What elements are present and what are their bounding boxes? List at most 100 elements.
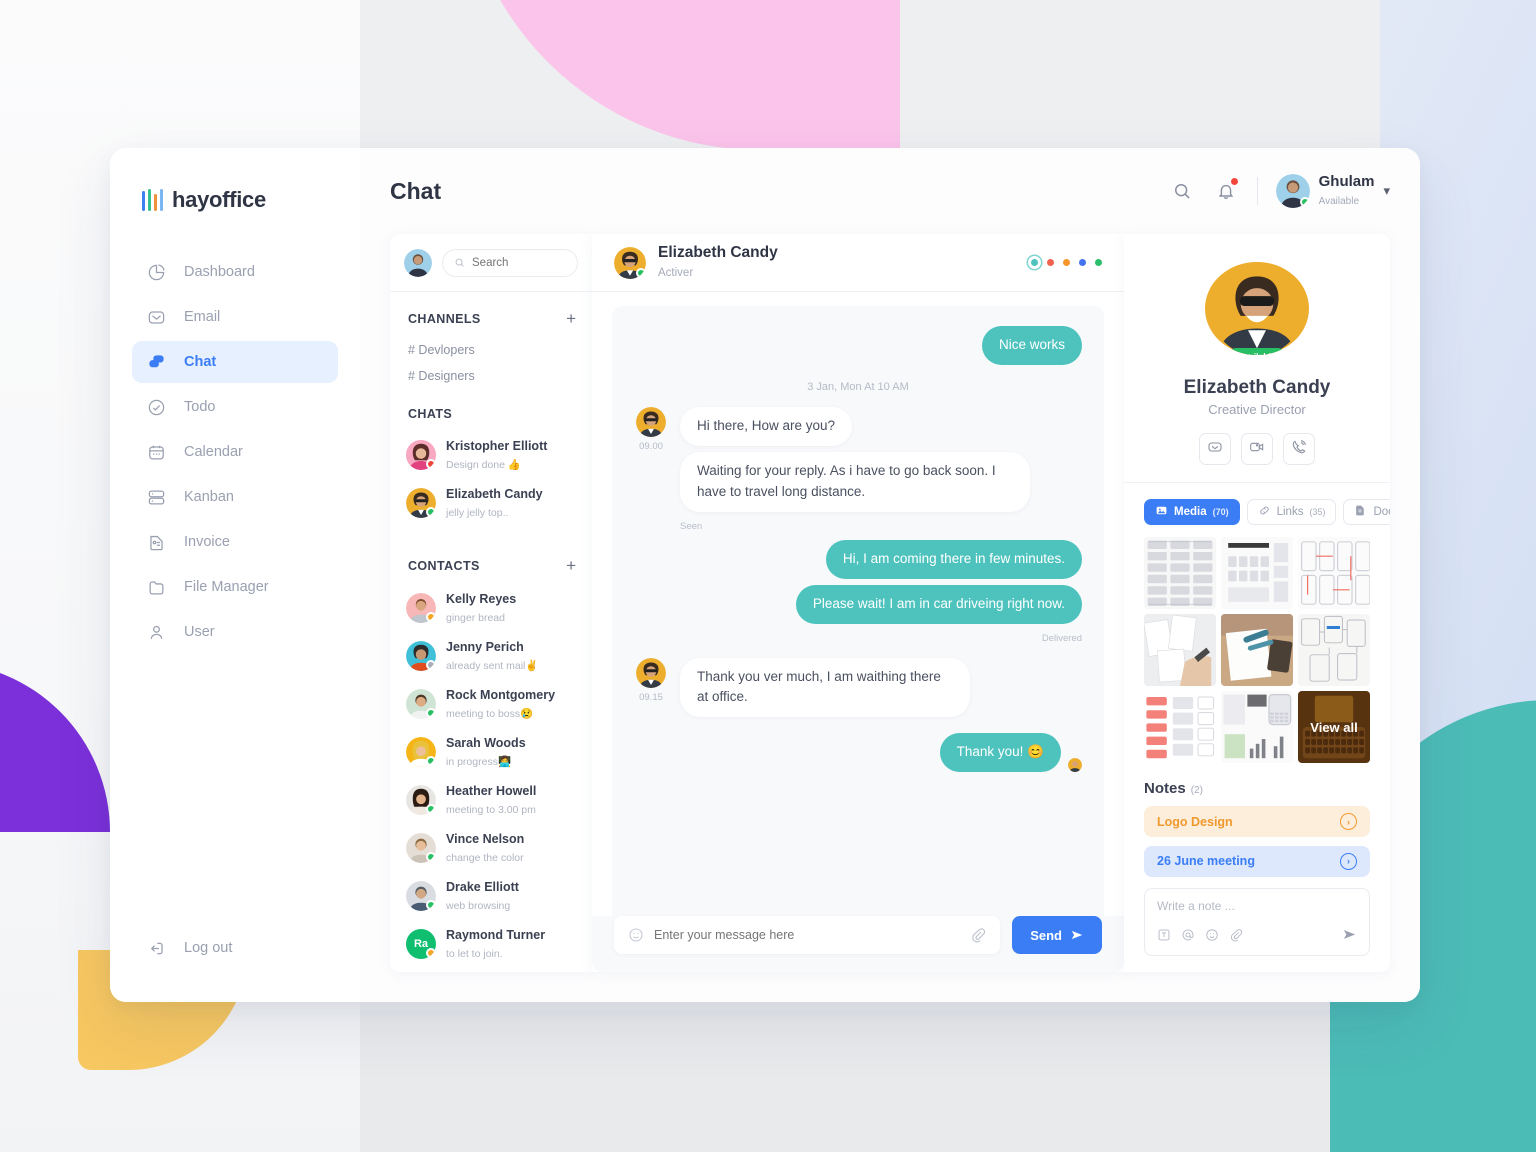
logout-icon <box>146 938 166 958</box>
sidebar-item-file-manager[interactable]: File Manager <box>132 566 338 608</box>
mention-icon[interactable] <box>1181 928 1195 947</box>
contact-item[interactable]: Kelly Reyes ginger bread <box>390 584 592 632</box>
search-input-wrapper[interactable] <box>442 248 578 277</box>
media-thumbnail[interactable] <box>1298 614 1370 687</box>
add-channel-button[interactable]: + <box>566 310 576 327</box>
media-thumbnail[interactable] <box>1221 691 1293 764</box>
tab-media[interactable]: Media (70) <box>1144 499 1240 526</box>
sidebar-item-user[interactable]: User <box>132 611 338 653</box>
contact-item[interactable]: Jenny Perich already sent mail✌️ <box>390 632 592 680</box>
contacts-title: CONTACTS <box>408 558 480 573</box>
media-thumbnail[interactable] <box>1144 691 1216 764</box>
color-dot[interactable] <box>1031 259 1038 266</box>
avatar <box>406 488 436 518</box>
message-action[interactable] <box>1199 433 1231 466</box>
contact-item[interactable]: Ra Raymond Turner to let to join. <box>390 920 592 968</box>
message-input[interactable] <box>654 928 961 942</box>
tab-links[interactable]: Links (35) <box>1246 499 1337 526</box>
contact-name: Rock Montgomery <box>446 688 556 702</box>
sidebar-item-label: File Manager <box>184 579 269 595</box>
media-thumbnail[interactable] <box>1144 537 1216 610</box>
conversation-contact-name: Elizabeth Candy <box>658 244 778 262</box>
color-dot[interactable] <box>1047 259 1054 266</box>
note-item-26-june-meeting[interactable]: 26 June meeting › <box>1144 845 1370 877</box>
chats-header: CHATS <box>390 389 592 431</box>
link-icon <box>1258 504 1271 520</box>
color-dot[interactable] <box>1079 259 1086 266</box>
contact-name: Heather Howell <box>446 784 537 798</box>
search-icon[interactable] <box>1169 178 1195 204</box>
note-composer[interactable]: Write a note ... <box>1144 887 1370 957</box>
contact-item[interactable]: Drake Elliott web browsing <box>390 872 592 920</box>
paperclip-icon[interactable] <box>1229 928 1243 947</box>
contact-item[interactable]: Sarah Woods in progress👩‍💻 <box>390 728 592 776</box>
paperclip-icon[interactable] <box>970 927 986 943</box>
note-item-logo-design[interactable]: Logo Design › <box>1144 806 1370 837</box>
status-dot <box>426 459 436 469</box>
message-input-wrapper[interactable] <box>614 916 1001 954</box>
smiley-icon[interactable] <box>628 927 644 943</box>
chevron-down-icon[interactable]: ▾ <box>1383 183 1390 199</box>
video-call-action[interactable] <box>1241 433 1273 466</box>
message-time: 09.15 <box>639 691 663 703</box>
tab-docs[interactable]: Docs (28) <box>1343 499 1390 526</box>
contact-name: Kristopher Elliott <box>446 439 548 453</box>
media-thumbnail[interactable]: View all <box>1298 691 1370 764</box>
search-input[interactable] <box>472 256 566 269</box>
send-icon[interactable] <box>1342 927 1357 947</box>
sidebar-item-chat[interactable]: Chat <box>132 341 338 383</box>
color-dot[interactable] <box>1063 259 1070 266</box>
text-format-icon[interactable] <box>1157 928 1171 947</box>
chat-item[interactable]: Kristopher Elliott Design done 👍 <box>390 431 592 479</box>
profile-role: Creative Director <box>1208 402 1306 418</box>
message-row: Thank you! 😊 <box>634 733 1082 773</box>
profile-panel: Available Elizabeth Candy Creative Direc… <box>1124 234 1390 972</box>
channel-item-designers[interactable]: # Designers <box>390 363 592 389</box>
sidebar-item-invoice[interactable]: Invoice <box>132 521 338 563</box>
status-dot <box>426 660 436 670</box>
sidebar-item-email[interactable]: Email <box>132 296 338 338</box>
view-all-button[interactable]: View all <box>1298 691 1370 764</box>
avatar <box>406 833 436 863</box>
logout-button[interactable]: Log out <box>110 938 360 1002</box>
user-menu[interactable]: Ghulam Available ▾ <box>1275 173 1390 209</box>
sidebar-item-kanban[interactable]: Kanban <box>132 476 338 518</box>
media-thumbnail[interactable] <box>1298 537 1370 610</box>
contact-preview: to let to join. <box>446 948 503 960</box>
send-icon <box>1070 928 1084 942</box>
media-thumbnail[interactable] <box>1221 614 1293 687</box>
contact-item[interactable]: Rock Montgomery meeting to boss😢 <box>390 680 592 728</box>
media-thumbnail[interactable] <box>1221 537 1293 610</box>
message-stack: Hi there, How are you? Waiting for your … <box>680 406 1030 532</box>
profile-avatar: Available <box>1205 262 1309 356</box>
app-window: hayoffice Dashboard Email Chat Todo Cale… <box>110 148 1420 1002</box>
sidebar-item-calendar[interactable]: Calendar <box>132 431 338 473</box>
sidebar-item-label: Email <box>184 309 221 325</box>
sidebar-item-label: Invoice <box>184 534 230 550</box>
status-dot <box>426 612 436 622</box>
main-area: Chat Ghulam Available ▾ Search CHANNELS … <box>360 148 1420 1002</box>
media-thumbnail[interactable] <box>1144 614 1216 687</box>
bell-icon[interactable] <box>1213 177 1239 204</box>
voice-call-action[interactable] <box>1283 433 1315 466</box>
conversation-color-dots[interactable] <box>1031 259 1102 266</box>
send-label: Send <box>1030 927 1062 943</box>
add-contact-button[interactable]: + <box>566 557 576 574</box>
contact-item[interactable]: Vince Nelson change the color <box>390 824 592 872</box>
send-button[interactable]: Send <box>1012 916 1102 954</box>
chat-item[interactable]: Elizabeth Candy jelly jelly top.. <box>390 479 592 527</box>
video-icon <box>1249 439 1265 460</box>
conversation-contact-status: Activer <box>658 266 694 279</box>
sidebar-item-todo[interactable]: Todo <box>132 386 338 428</box>
notes-title: Notes <box>1144 780 1186 798</box>
contact-preview: meeting to 3.00 pm <box>446 804 536 816</box>
sidebar-item-label: Calendar <box>184 444 243 460</box>
contact-item[interactable]: Heather Howell meeting to 3.00 pm <box>390 776 592 824</box>
chevron-right-icon: › <box>1340 813 1357 831</box>
sidebar-item-dashboard[interactable]: Dashboard <box>132 251 338 293</box>
message-receipt: Delivered <box>1041 632 1082 644</box>
channel-item-devlopers[interactable]: # Devlopers <box>390 337 592 363</box>
color-dot[interactable] <box>1095 259 1102 266</box>
smiley-icon[interactable] <box>1205 928 1219 947</box>
message-meta: 09.00 <box>634 406 668 452</box>
